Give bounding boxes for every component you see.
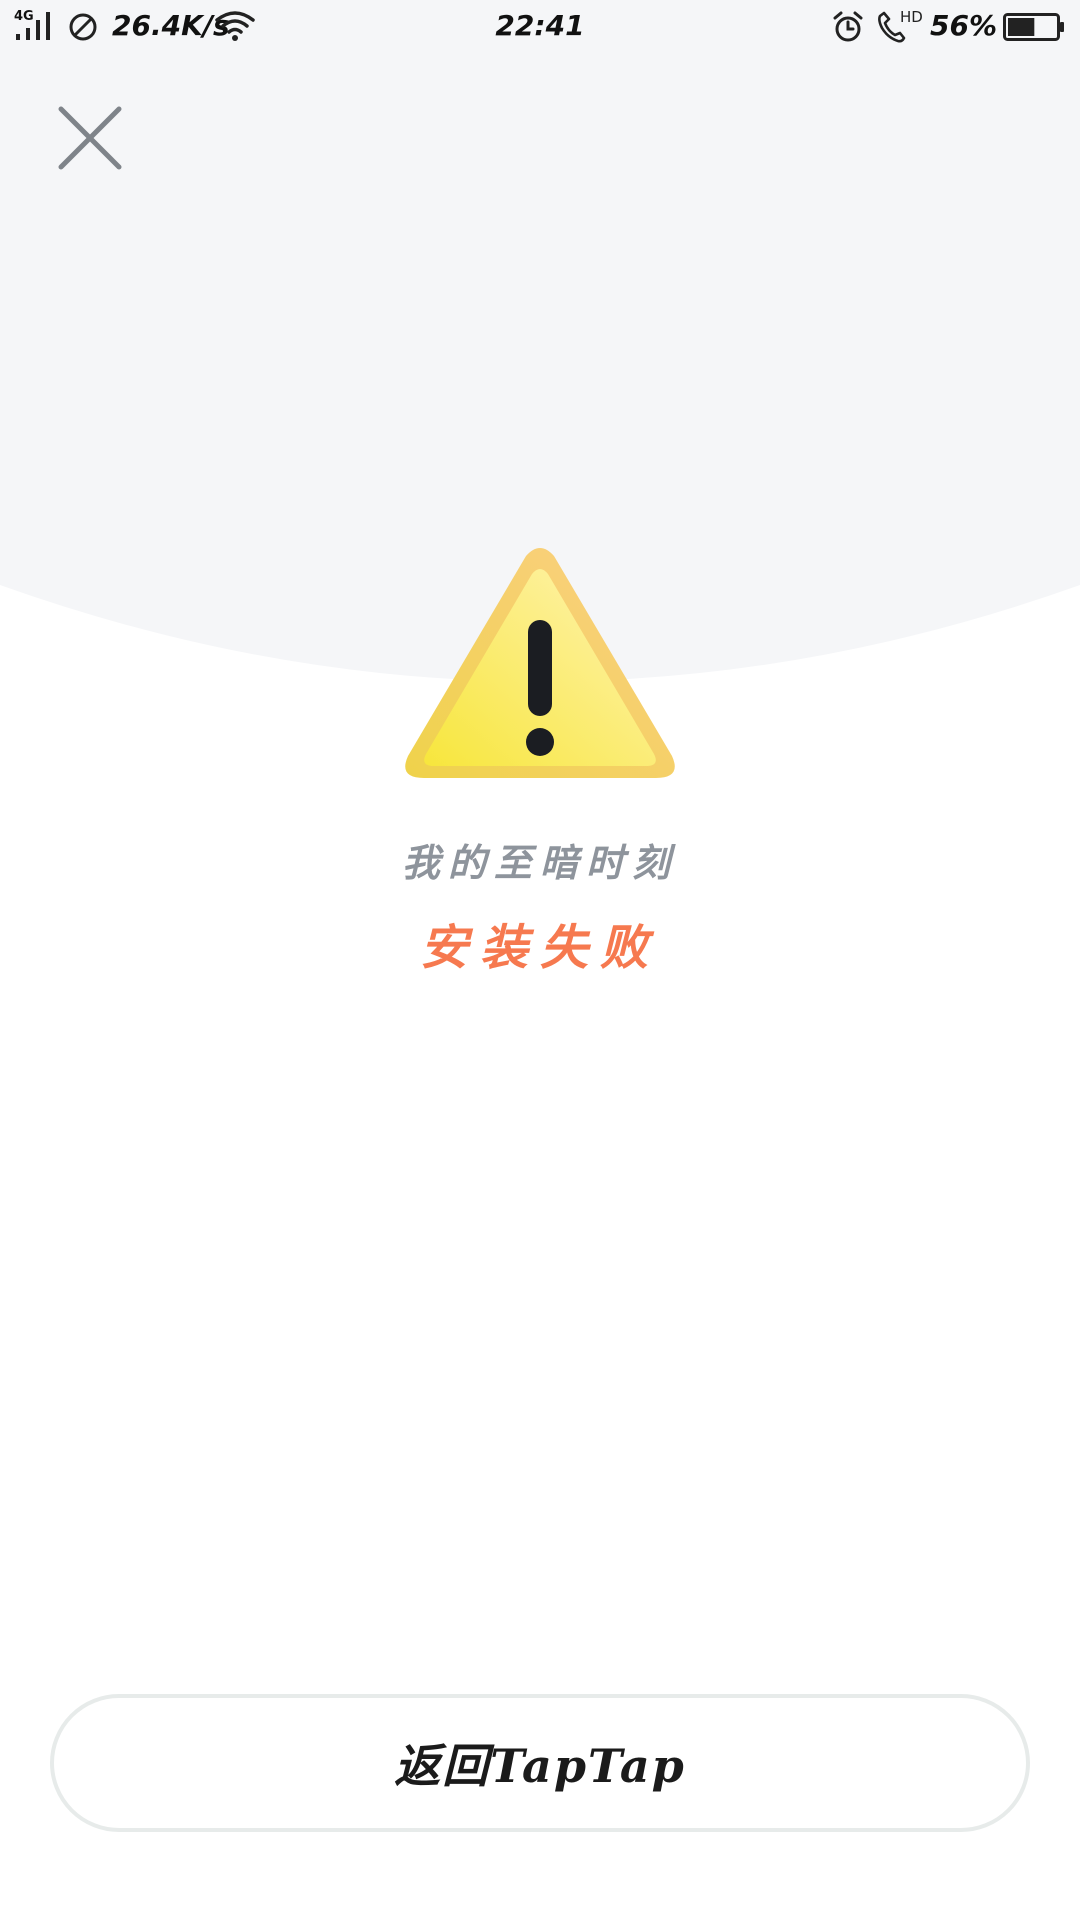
warning-triangle-icon <box>405 548 675 778</box>
hd-label: HD <box>900 8 922 26</box>
wifi-icon <box>215 11 255 41</box>
battery-percent: 56% <box>930 9 998 42</box>
do-not-disturb-icon <box>69 13 97 41</box>
install-status-text: 安装失败 <box>419 920 660 976</box>
status-bar: 4G 26.4K/s 22:41 HD 56% <box>0 0 1080 56</box>
close-icon <box>58 106 122 170</box>
signal-icon <box>16 12 50 40</box>
battery-icon <box>1003 13 1064 41</box>
network-speed: 26.4K/s <box>112 9 230 42</box>
close-button[interactable] <box>55 103 125 173</box>
hd-call-icon: HD <box>878 8 922 43</box>
alarm-clock-icon <box>833 11 863 42</box>
return-to-taptap-button[interactable]: 返回TapTap <box>50 1694 1030 1832</box>
app-name: 我的至暗时刻 <box>401 840 678 885</box>
battery-level-fill <box>1008 18 1035 36</box>
return-button-label: 返回TapTap <box>394 1739 686 1793</box>
